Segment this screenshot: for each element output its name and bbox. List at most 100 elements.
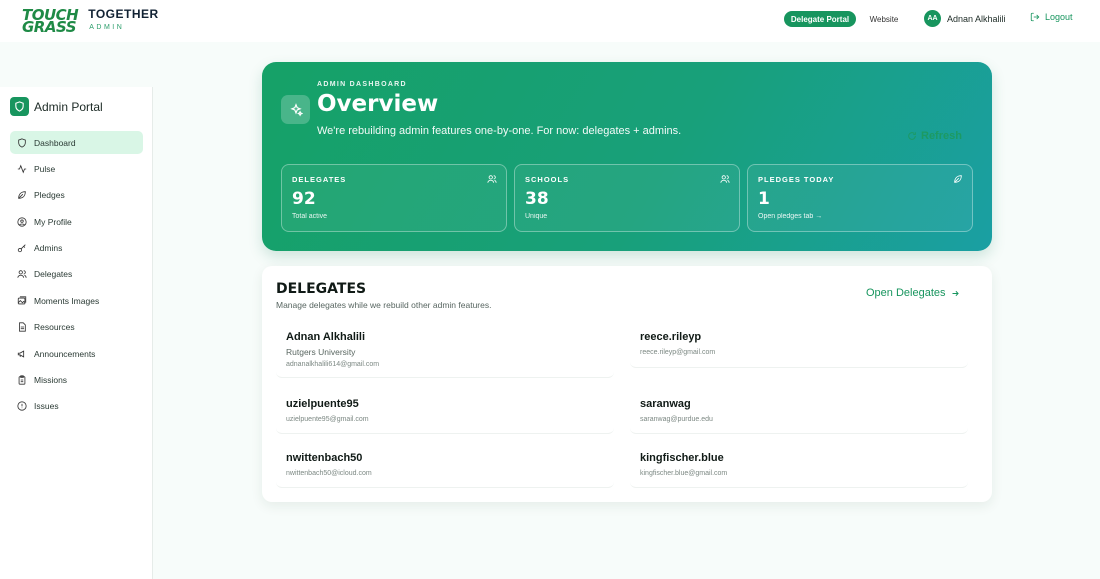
sidebar-item-admins[interactable]: Admins [10, 237, 143, 260]
touch-grass-logo: TOUCH GRASS [22, 6, 79, 36]
logout-icon [1030, 12, 1040, 22]
avatar: AA [924, 10, 941, 27]
stat-foot: Unique [525, 213, 548, 220]
delegate-name: kingfischer.blue [640, 452, 724, 464]
stat-card-schools: SCHOOLS 38 Unique [514, 164, 740, 232]
sidebar-nav: Dashboard Pulse Pledges My Profile Admin… [10, 131, 143, 421]
delegates-subtitle: Manage delegates while we rebuild other … [276, 300, 492, 310]
hero-subtitle: We're rebuilding admin features one-by-o… [317, 125, 682, 137]
sidebar-item-label: Resources [34, 322, 75, 333]
open-pledges-link[interactable]: Open pledges tab → [758, 213, 822, 220]
sidebar-item-label: My Profile [34, 216, 72, 227]
shield-icon [18, 137, 26, 148]
sidebar-header: Admin Portal [10, 97, 103, 116]
delegate-email: reece.rileyp@gmail.com [640, 349, 716, 356]
sidebar-item-announcements[interactable]: Announcements [10, 342, 143, 365]
brand-title: TOGETHER [88, 7, 159, 21]
sidebar-item-resources[interactable]: Resources [10, 316, 143, 339]
sidebar-item-label: Pledges [34, 190, 65, 201]
leaf-icon [18, 191, 26, 200]
alert-circle-icon [17, 401, 27, 411]
logout-label: Logout [1045, 12, 1073, 22]
delegate-email: uzielpuente95@gmail.com [286, 416, 369, 423]
sidebar-item-label: Missions [34, 375, 68, 386]
delegate-email: kingfischer.blue@gmail.com [640, 470, 728, 477]
list-item[interactable]: Adnan Alkhalili Rutgers University adnan… [276, 322, 614, 378]
user-menu[interactable]: AA Adnan Alkhalili [924, 10, 1006, 27]
logout-button[interactable]: Logout [1030, 12, 1073, 22]
stat-label: PLEDGES TODAY [758, 175, 835, 184]
stat-card-delegates: DELEGATES 92 Total active [281, 164, 507, 232]
users-icon [487, 175, 497, 183]
stat-card-pledges-today[interactable]: PLEDGES TODAY 1 Open pledges tab → [747, 164, 973, 232]
sidebar-item-label: Delegates [34, 269, 73, 280]
brand-words: TOGETHER ADMIN [88, 8, 158, 34]
delegate-school: Rutgers University [286, 347, 356, 357]
users-icon [17, 270, 27, 279]
sidebar-item-my-profile[interactable]: My Profile [10, 210, 143, 233]
delegate-portal-button[interactable]: Delegate Portal [784, 11, 856, 27]
delegate-email: saranwag@purdue.edu [640, 416, 713, 423]
list-item[interactable]: saranwag saranwag@purdue.edu [630, 388, 968, 434]
top-bar: TOUCH GRASS TOGETHER ADMIN Delegate Port… [0, 0, 1100, 42]
sidebar-item-missions[interactable]: Missions [10, 369, 143, 392]
delegate-name: Adnan Alkhalili [286, 331, 366, 343]
refresh-button[interactable]: Refresh [907, 130, 962, 142]
brand-subtitle: ADMIN [89, 24, 125, 31]
key-icon [17, 244, 26, 253]
sidebar-item-label: Pulse [34, 163, 56, 174]
delegate-name: nwittenbach50 [286, 452, 363, 464]
stat-label: SCHOOLS [525, 175, 570, 184]
sidebar-item-delegates[interactable]: Delegates [10, 263, 143, 286]
list-item[interactable]: kingfischer.blue kingfischer.blue@gmail.… [630, 442, 968, 488]
sidebar-item-moments-images[interactable]: Moments Images [10, 289, 143, 312]
delegate-email: adnanalkhalili614@gmail.com [286, 361, 380, 368]
stat-foot: Total active [292, 213, 328, 220]
sidebar-item-pledges[interactable]: Pledges [10, 184, 143, 207]
activity-icon [17, 164, 27, 174]
overview-card: ADMIN DASHBOARD Overview We're rebuildin… [262, 62, 992, 251]
website-button[interactable]: Website [860, 11, 908, 27]
delegate-name: saranwag [640, 398, 691, 410]
users-icon [720, 175, 730, 183]
arrow-right-icon [952, 290, 959, 296]
delegate-email: nwittenbach50@icloud.com [286, 470, 372, 477]
list-item[interactable]: reece.rileyp reece.rileyp@gmail.com [630, 322, 968, 368]
brand[interactable]: TOUCH GRASS TOGETHER ADMIN [22, 6, 159, 36]
refresh-icon [908, 132, 916, 140]
sidebar-item-label: Announcements [34, 348, 96, 359]
stat-value: 38 [525, 189, 549, 209]
hero-kicker: ADMIN DASHBOARD [317, 81, 407, 88]
user-name: Adnan Alkhalili [947, 13, 1006, 24]
stat-value: 1 [758, 189, 770, 209]
delegate-name: reece.rileyp [640, 331, 702, 343]
stat-value: 92 [292, 189, 316, 209]
list-item[interactable]: uzielpuente95 uzielpuente95@gmail.com [276, 388, 614, 434]
sidebar-item-dashboard[interactable]: Dashboard [10, 131, 143, 154]
sidebar-item-label: Dashboard [34, 137, 76, 148]
list-item[interactable]: nwittenbach50 nwittenbach50@icloud.com [276, 442, 614, 488]
leaf-icon [954, 175, 962, 183]
sidebar-item-issues[interactable]: Issues [10, 395, 143, 418]
sidebar-item-pulse[interactable]: Pulse [10, 157, 143, 180]
megaphone-icon [17, 350, 25, 358]
clipboard-icon [18, 375, 26, 385]
shield-logo-icon [10, 97, 29, 116]
page-title: Overview [317, 91, 439, 117]
delegates-title: DELEGATES [276, 281, 367, 297]
sidebar-item-label: Issues [34, 401, 59, 412]
stat-label: DELEGATES [292, 175, 347, 184]
sidebar-title: Admin Portal [34, 99, 103, 114]
delegates-card: DELEGATES Manage delegates while we rebu… [262, 266, 992, 502]
sidebar: Admin Portal Dashboard Pulse Pledges My … [0, 87, 153, 579]
images-icon [17, 296, 27, 305]
sparkles-icon [281, 95, 310, 124]
sidebar-item-label: Admins [34, 243, 63, 254]
open-delegates-label: Open Delegates [866, 287, 946, 299]
open-delegates-link[interactable]: Open Delegates [866, 287, 960, 299]
delegates-list: Adnan Alkhalili Rutgers University adnan… [276, 322, 978, 492]
sidebar-item-label: Moments Images [34, 295, 100, 306]
delegate-name: uzielpuente95 [286, 398, 359, 410]
refresh-label: Refresh [921, 130, 962, 142]
document-icon [19, 322, 26, 332]
